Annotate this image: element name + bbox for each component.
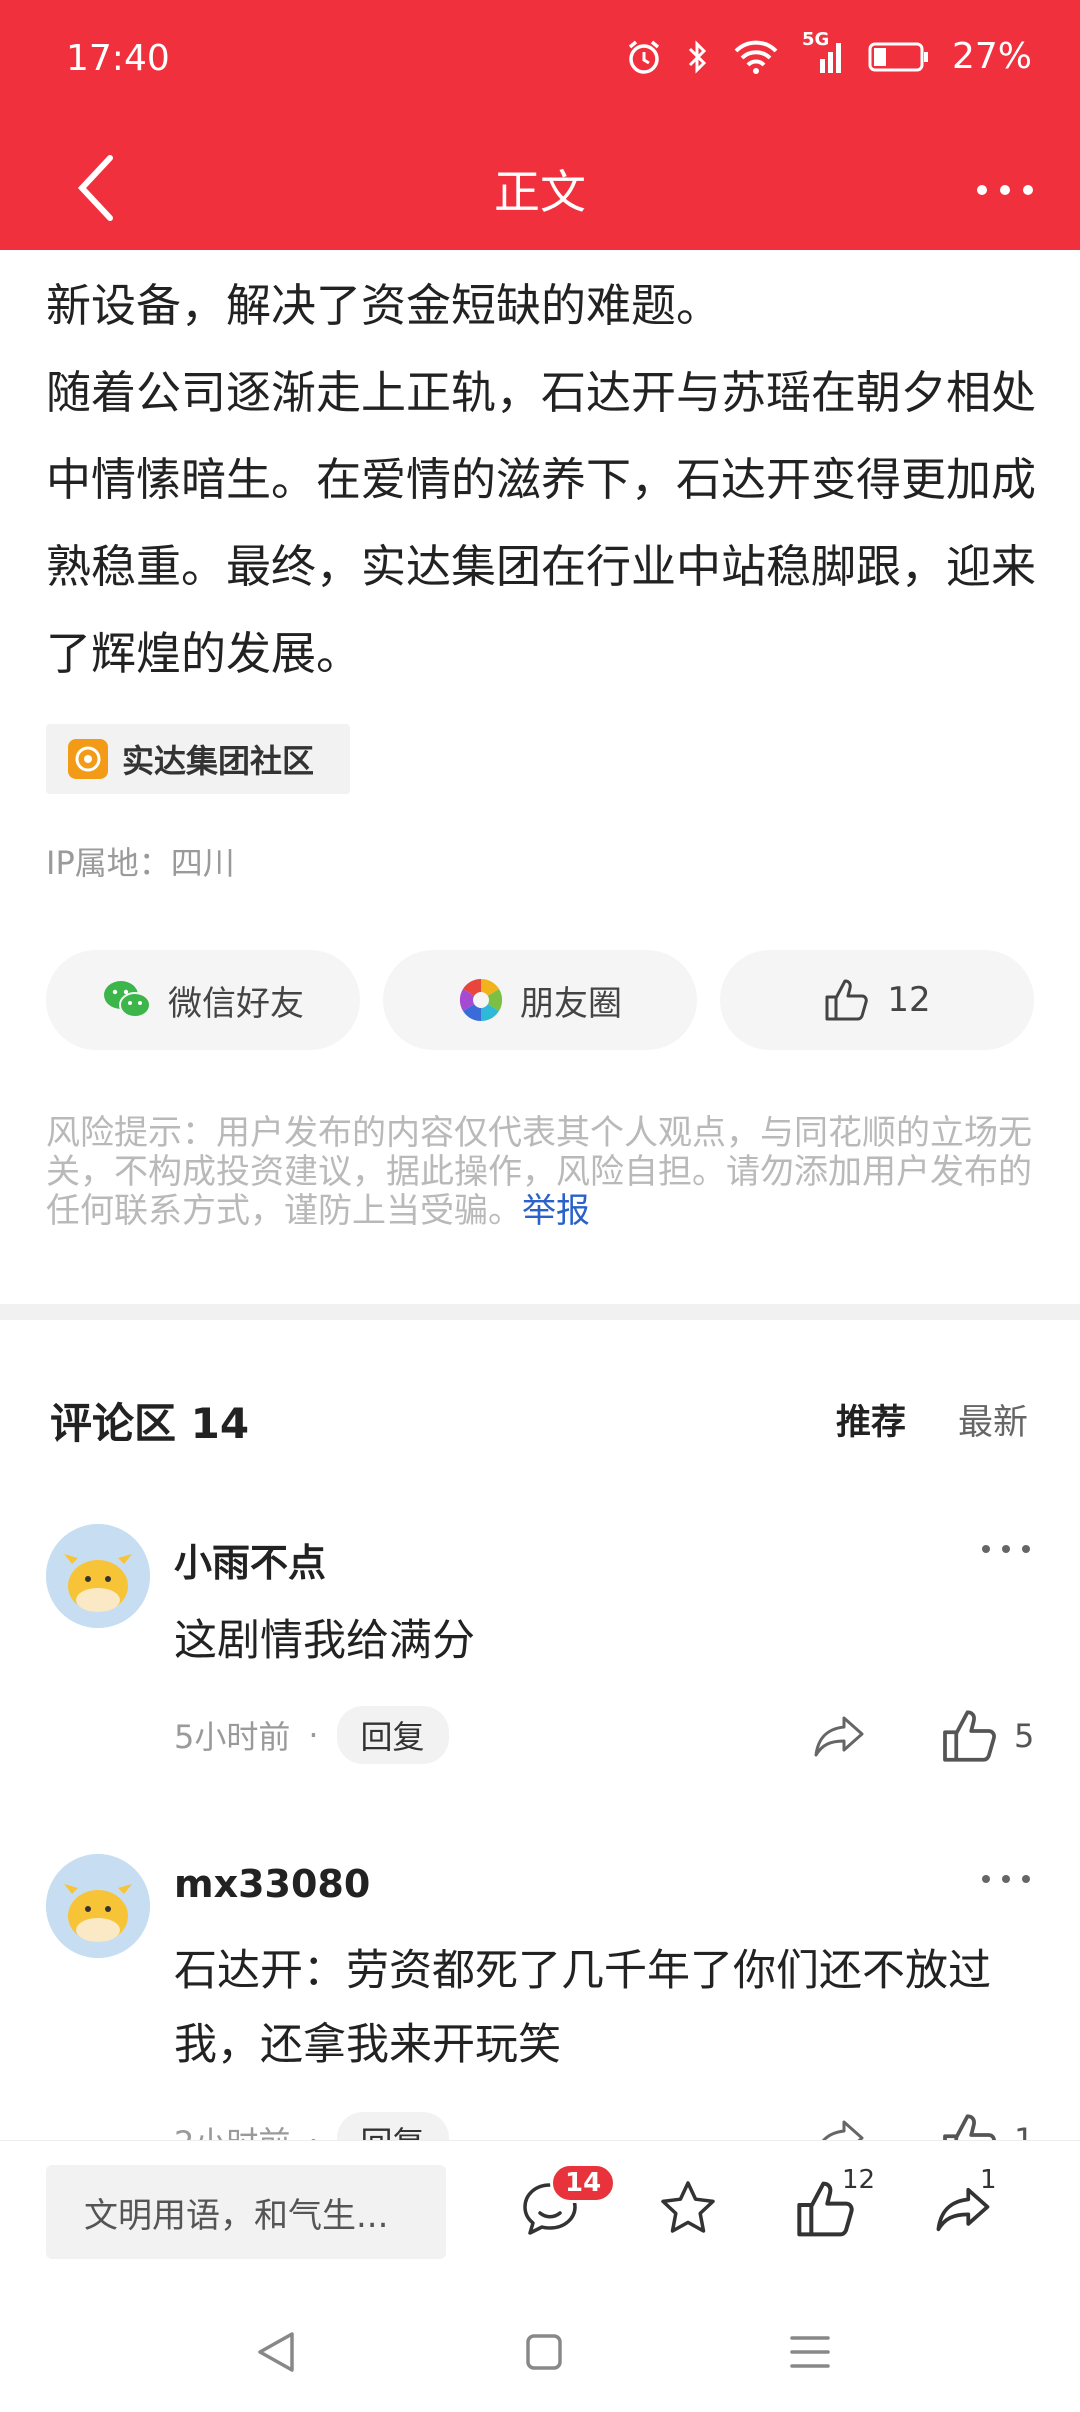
ip-location: IP属地：四川 bbox=[46, 844, 235, 882]
avatar[interactable] bbox=[46, 1854, 150, 1958]
more-icon bbox=[982, 1875, 1030, 1883]
share-count: 1 bbox=[980, 2165, 997, 2195]
reply-button[interactable]: 回复 bbox=[336, 2112, 449, 2140]
comment-time: 5小时前 bbox=[174, 1718, 291, 1756]
article-body: 新设备，解决了资金短缺的难题。 随着公司逐渐走上正轨，石达开与苏瑶在朝夕相处中情… bbox=[46, 262, 1036, 697]
share-moments-label: 朋友圈 bbox=[520, 983, 622, 1024]
thumbs-up-icon bbox=[943, 2114, 996, 2140]
more-icon bbox=[977, 185, 1033, 195]
comment-more-button[interactable] bbox=[976, 1864, 1036, 1894]
comment-like-button[interactable] bbox=[940, 2110, 1000, 2140]
sort-latest-tab[interactable]: 最新 bbox=[958, 1394, 1028, 1445]
share-arrow-icon bbox=[821, 2120, 864, 2140]
share-row: 微信好友 朋友圈 12 bbox=[46, 950, 1034, 1050]
comment-text: 这剧情我给满分 bbox=[174, 1616, 475, 1666]
avatar[interactable] bbox=[46, 1524, 150, 1628]
comment-share-button[interactable] bbox=[810, 2110, 870, 2140]
comment-like-button[interactable] bbox=[940, 1706, 1000, 1766]
cow-avatar-icon bbox=[46, 1854, 150, 1958]
share-arrow-icon bbox=[814, 1716, 864, 1757]
thumbs-up-icon bbox=[823, 977, 871, 1023]
comments-title: 评论区 14 bbox=[50, 1399, 250, 1448]
star-icon bbox=[661, 2181, 715, 2233]
comment-more-button[interactable] bbox=[976, 1534, 1036, 1564]
article-paragraph: 随着公司逐渐走上正轨，石达开与苏瑶在朝夕相处中情愫暗生。在爱情的滋养下，石达开变… bbox=[46, 366, 1037, 680]
battery-percent: 27% bbox=[951, 36, 1032, 77]
status-bar: 17:40 5G 27% bbox=[0, 0, 1080, 126]
community-name: 实达集团社区 bbox=[122, 742, 315, 780]
system-navigation-bar bbox=[0, 2282, 1080, 2412]
network-type: 5G bbox=[801, 28, 830, 50]
more-options-button[interactable] bbox=[970, 160, 1040, 220]
battery-icon bbox=[868, 40, 930, 74]
share-moments-button[interactable]: 朋友圈 bbox=[383, 950, 697, 1050]
community-logo-icon bbox=[68, 739, 108, 779]
risk-notice: 风险提示：用户发布的内容仅代表其个人观点，与同花顺的立场无关，不构成投资建议，据… bbox=[46, 1114, 1036, 1231]
system-menu-button[interactable] bbox=[780, 2322, 840, 2382]
comment-like-count: 1 bbox=[1014, 2121, 1035, 2140]
community-tag[interactable]: 实达集团社区 bbox=[46, 724, 350, 794]
article-like-button[interactable]: 12 bbox=[720, 950, 1034, 1050]
share-button[interactable]: 1 bbox=[924, 2165, 1004, 2249]
comment-time: 2小时前 bbox=[174, 2118, 290, 2140]
system-back-button[interactable] bbox=[248, 2322, 308, 2382]
wechat-icon bbox=[102, 978, 152, 1022]
favorite-button[interactable] bbox=[648, 2169, 728, 2249]
bluetooth-icon bbox=[686, 37, 710, 77]
moments-icon bbox=[458, 977, 504, 1023]
wifi-icon bbox=[732, 37, 780, 77]
status-icons: 5G 27% bbox=[624, 29, 1032, 77]
comment-text: 石达开：劳资都死了几千年了你们还不放过我，还拿我来开玩笑 bbox=[174, 1946, 991, 2070]
comment-item: mx33080 石达开：劳资都死了几千年了你们还不放过我，还拿我来开玩笑 2小时… bbox=[46, 1854, 1036, 2140]
comment-actions: 5 bbox=[810, 1706, 1036, 1766]
comment-username[interactable]: mx33080 bbox=[174, 1862, 370, 1906]
cow-avatar-icon bbox=[46, 1524, 150, 1628]
meta-separator: · bbox=[308, 2122, 318, 2140]
comment-meta: 2小时前 · 回复 bbox=[174, 2112, 449, 2140]
comment-input[interactable]: 文明用语，和气生... bbox=[46, 2165, 446, 2259]
share-wechat-button[interactable]: 微信好友 bbox=[46, 950, 360, 1050]
comment-share-button[interactable] bbox=[810, 1706, 870, 1766]
status-time: 17:40 bbox=[66, 38, 170, 79]
page-title: 正文 bbox=[494, 165, 586, 219]
article-paragraph: 新设备，解决了资金短缺的难题。 bbox=[46, 279, 722, 332]
comment-actions: 1 bbox=[810, 2110, 1036, 2140]
like-button[interactable]: 12 bbox=[786, 2165, 875, 2249]
article-like-count: 12 bbox=[887, 980, 931, 1020]
triangle-back-icon bbox=[258, 2332, 294, 2372]
system-home-button[interactable] bbox=[514, 2322, 574, 2382]
thumbs-up-icon bbox=[943, 1710, 996, 1762]
comment-count-badge: 14 bbox=[550, 2163, 617, 2203]
section-divider bbox=[0, 1304, 1080, 1320]
comment-like-count: 5 bbox=[1014, 1717, 1035, 1755]
comment-username[interactable]: 小雨不点 bbox=[174, 1532, 326, 1587]
comments-button[interactable]: 14 bbox=[510, 2163, 617, 2249]
share-wechat-label: 微信好友 bbox=[168, 983, 304, 1024]
alarm-icon bbox=[624, 37, 664, 77]
comment-meta: 5小时前 · 回复 bbox=[174, 1706, 449, 1764]
bottom-action-bar: 文明用语，和气生... 14 12 1 bbox=[0, 2140, 1080, 2282]
square-home-icon bbox=[526, 2334, 562, 2370]
like-count: 12 bbox=[842, 2165, 876, 2195]
meta-separator: · bbox=[308, 1716, 319, 1754]
more-icon bbox=[982, 1545, 1030, 1553]
comments-header: 评论区 14 推荐 最新 bbox=[50, 1390, 1032, 1450]
comment-item: 小雨不点 这剧情我给满分 5小时前 · 回复 5 bbox=[46, 1524, 1036, 1774]
signal-icon: 5G bbox=[802, 29, 846, 77]
menu-lines-icon bbox=[790, 2336, 830, 2368]
sort-recommended-tab[interactable]: 推荐 bbox=[836, 1394, 906, 1445]
report-link[interactable]: 举报 bbox=[522, 1191, 590, 1231]
reply-button[interactable]: 回复 bbox=[336, 1706, 449, 1764]
navigation-bar: 正文 bbox=[0, 126, 1080, 250]
